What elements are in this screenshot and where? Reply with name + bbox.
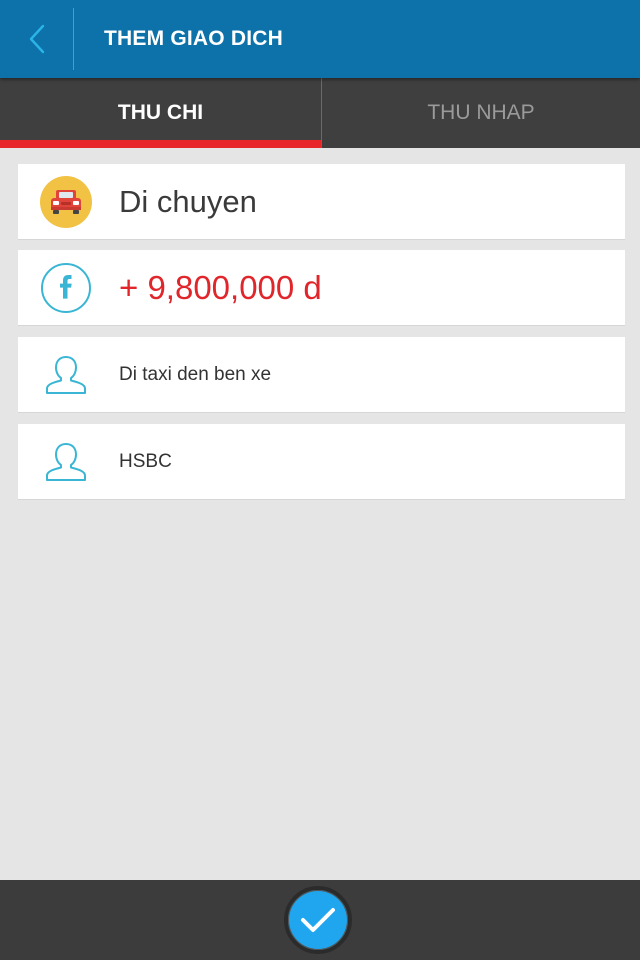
amount-field[interactable]: + 9,800,000 d [18,250,625,326]
active-tab-indicator [0,140,321,148]
note-value: Di taxi den ben xe [119,364,272,385]
person-icon [40,349,92,401]
tab-thu-chi[interactable]: THU CHI [0,78,321,148]
back-button[interactable] [0,0,74,78]
note-field[interactable]: Di taxi den ben xe [18,337,625,413]
person-icon [40,436,92,488]
account-value: HSBC [119,451,172,472]
car-icon [40,176,92,228]
app-header: THEM GIAO DICH [0,0,640,78]
header-divider [73,8,74,70]
tab-label: THU CHI [117,101,204,124]
bottom-bar [0,880,640,960]
account-field[interactable]: HSBC [18,424,625,500]
tab-label: THU NHAP [427,101,535,124]
facebook-icon [40,262,92,314]
confirm-button[interactable] [284,886,352,954]
checkmark-icon [301,908,335,932]
category-field[interactable]: Di chuyen [18,164,625,240]
app-root: THEM GIAO DICH THU CHI THU NHAP Di chuye… [0,0,640,960]
chevron-left-icon [29,24,45,54]
amount-value: + 9,800,000 d [119,269,322,306]
tab-thu-nhap[interactable]: THU NHAP [321,78,640,148]
category-value: Di chuyen [119,184,257,219]
page-title: THEM GIAO DICH [104,27,283,50]
tab-bar: THU CHI THU NHAP [0,78,640,148]
